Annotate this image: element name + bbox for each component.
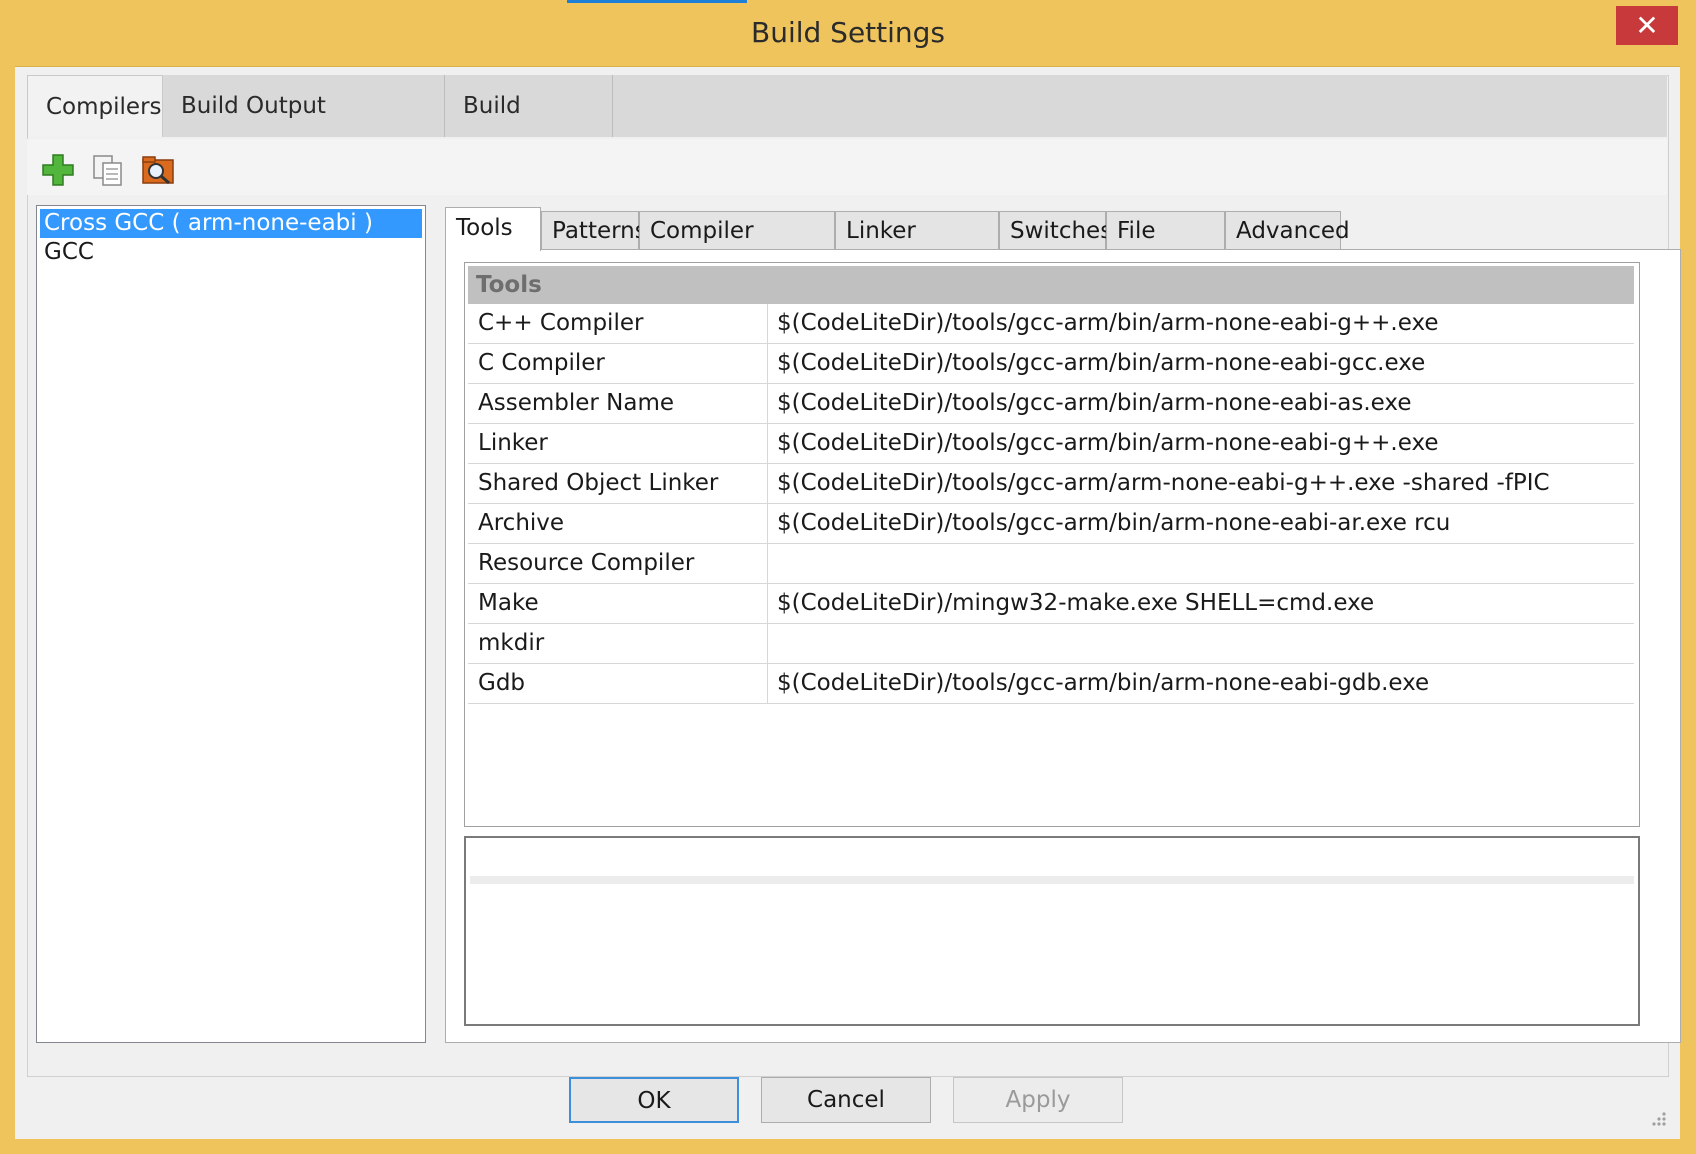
close-button[interactable]: ✕ bbox=[1616, 6, 1678, 45]
cancel-button[interactable]: Cancel bbox=[761, 1077, 931, 1123]
table-row[interactable]: Resource Compiler bbox=[468, 544, 1634, 584]
ok-button[interactable]: OK bbox=[569, 1077, 739, 1123]
property-value[interactable]: $(CodeLiteDir)/tools/gcc-arm/arm-none-ea… bbox=[768, 464, 1634, 503]
scan-folder-icon[interactable] bbox=[141, 153, 175, 187]
add-icon[interactable] bbox=[41, 153, 75, 187]
description-divider bbox=[470, 876, 1634, 884]
tab-compilers[interactable]: Compilers bbox=[27, 75, 163, 137]
property-value[interactable]: $(CodeLiteDir)/tools/gcc-arm/bin/arm-non… bbox=[768, 504, 1634, 543]
table-row[interactable]: C Compiler $(CodeLiteDir)/tools/gcc-arm/… bbox=[468, 344, 1634, 384]
resize-grip-icon[interactable] bbox=[1647, 1107, 1667, 1127]
property-value[interactable]: $(CodeLiteDir)/tools/gcc-arm/bin/arm-non… bbox=[768, 344, 1634, 383]
property-name: Shared Object Linker bbox=[468, 464, 768, 503]
property-name: Gdb bbox=[468, 664, 768, 703]
tab-patterns[interactable]: Patterns bbox=[541, 211, 647, 250]
tab-tools[interactable]: Tools bbox=[445, 207, 541, 251]
property-value[interactable]: $(CodeLiteDir)/tools/gcc-arm/bin/arm-non… bbox=[768, 384, 1634, 423]
property-name: Resource Compiler bbox=[468, 544, 768, 583]
compiler-item-gcc[interactable]: GCC bbox=[40, 238, 422, 267]
copy-icon[interactable] bbox=[91, 153, 125, 187]
tab-file-types[interactable]: File Types bbox=[1106, 211, 1225, 283]
tab-compiler-options[interactable]: Compiler Options bbox=[639, 211, 835, 283]
property-value[interactable]: $(CodeLiteDir)/tools/gcc-arm/bin/arm-non… bbox=[768, 304, 1634, 343]
property-name: Linker bbox=[468, 424, 768, 463]
tab-build-systems[interactable]: Build Systems bbox=[445, 75, 613, 181]
table-row[interactable]: Linker $(CodeLiteDir)/tools/gcc-arm/bin/… bbox=[468, 424, 1634, 464]
close-icon: ✕ bbox=[1635, 9, 1659, 42]
property-name: C Compiler bbox=[468, 344, 768, 383]
tools-panel: Tools C++ Compiler $(CodeLiteDir)/tools/… bbox=[445, 249, 1681, 1043]
property-value[interactable]: $(CodeLiteDir)/mingw32-make.exe SHELL=cm… bbox=[768, 584, 1634, 623]
compilers-list[interactable]: Cross GCC ( arm-none-eabi ) GCC bbox=[36, 205, 426, 1043]
dialog-client-area: Compilers Build Output Appearance Build … bbox=[15, 66, 1681, 1139]
table-row[interactable]: C++ Compiler $(CodeLiteDir)/tools/gcc-ar… bbox=[468, 304, 1634, 344]
property-value[interactable] bbox=[768, 544, 1634, 583]
window-title: Build Settings bbox=[750, 16, 946, 49]
property-name: Make bbox=[468, 584, 768, 623]
apply-button[interactable]: Apply bbox=[953, 1077, 1123, 1123]
compiler-item-cross-gcc[interactable]: Cross GCC ( arm-none-eabi ) bbox=[40, 209, 422, 238]
build-settings-window: Build Settings ✕ Compilers Build Output … bbox=[0, 0, 1696, 1154]
table-row[interactable]: mkdir bbox=[468, 624, 1634, 664]
property-value[interactable]: $(CodeLiteDir)/tools/gcc-arm/bin/arm-non… bbox=[768, 664, 1634, 703]
property-name: Archive bbox=[468, 504, 768, 543]
property-value[interactable] bbox=[768, 624, 1634, 663]
tools-category-header: Tools bbox=[468, 266, 1634, 304]
property-value[interactable]: $(CodeLiteDir)/tools/gcc-arm/bin/arm-non… bbox=[768, 424, 1634, 463]
property-name: mkdir bbox=[468, 624, 768, 663]
tab-switches[interactable]: Switches bbox=[999, 211, 1112, 250]
main-tab-bar: Compilers Build Output Appearance Build … bbox=[27, 75, 1667, 181]
compiler-settings-tabs: Tools Patterns Compiler Options Linker O… bbox=[445, 207, 1675, 283]
compiler-toolbar bbox=[27, 139, 1667, 195]
table-row[interactable]: Make $(CodeLiteDir)/mingw32-make.exe SHE… bbox=[468, 584, 1634, 624]
table-row[interactable]: Archive $(CodeLiteDir)/tools/gcc-arm/bin… bbox=[468, 504, 1634, 544]
table-row[interactable]: Shared Object Linker $(CodeLiteDir)/tool… bbox=[468, 464, 1634, 504]
tools-property-grid: Tools C++ Compiler $(CodeLiteDir)/tools/… bbox=[464, 262, 1640, 827]
property-description-box bbox=[464, 836, 1640, 1026]
table-row[interactable]: Assembler Name $(CodeLiteDir)/tools/gcc-… bbox=[468, 384, 1634, 424]
tab-build-output-appearance[interactable]: Build Output Appearance bbox=[163, 75, 445, 181]
table-row[interactable]: Gdb $(CodeLiteDir)/tools/gcc-arm/bin/arm… bbox=[468, 664, 1634, 704]
property-name: Assembler Name bbox=[468, 384, 768, 423]
property-name: C++ Compiler bbox=[468, 304, 768, 343]
tab-advanced[interactable]: Advanced bbox=[1225, 211, 1350, 250]
tab-linker-options[interactable]: Linker Options bbox=[835, 211, 999, 283]
